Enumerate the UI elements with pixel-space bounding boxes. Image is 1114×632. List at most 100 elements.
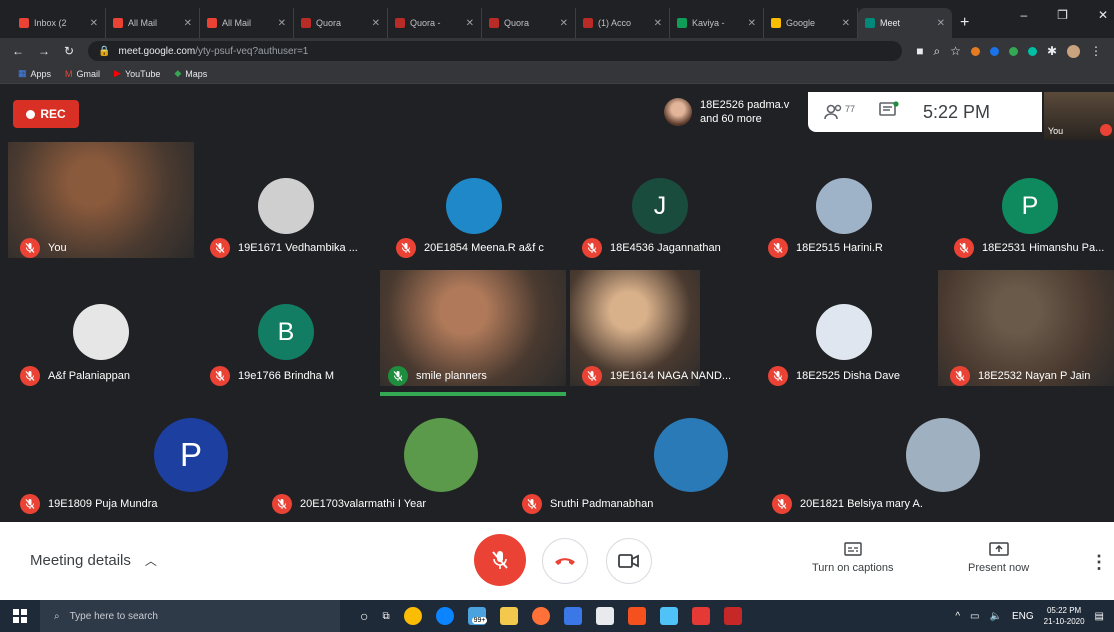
tab-favicon-icon: [395, 18, 405, 28]
notifications-icon[interactable]: ▤: [1095, 611, 1104, 622]
menu-kebab-icon[interactable]: ⋮: [1090, 44, 1102, 58]
file-explorer-icon[interactable]: [499, 607, 518, 625]
participant-tile[interactable]: 20E1854 Meena.R a&f c: [384, 142, 566, 270]
browser-tab[interactable]: Inbox (2 ✕: [12, 8, 106, 38]
mail-icon[interactable]: 99+: [467, 607, 488, 625]
app-icon[interactable]: [723, 607, 742, 625]
tab-close-icon[interactable]: ✕: [842, 18, 850, 29]
camera-indicator-icon[interactable]: ■: [916, 44, 923, 58]
profile-avatar[interactable]: [1067, 44, 1080, 58]
cortana-icon[interactable]: ○: [360, 608, 368, 624]
back-icon[interactable]: ←: [12, 44, 24, 58]
tab-close-icon[interactable]: ✕: [560, 18, 568, 29]
firefox-icon[interactable]: [531, 607, 550, 625]
muted-mic-icon: [210, 238, 230, 258]
captions-button[interactable]: Turn on captions: [812, 542, 894, 574]
app-icon[interactable]: [627, 607, 646, 625]
present-now-button[interactable]: Present now: [968, 542, 1029, 574]
participant-tile[interactable]: P 18E2531 Himanshu Pa...: [942, 142, 1114, 270]
system-tray: ^ ▭ 🔈 ENG 05:22 PM 21-10-2020 ▤: [955, 605, 1104, 627]
tab-close-icon[interactable]: ✕: [278, 18, 286, 29]
people-preview[interactable]: 18E2526 padma.v and 60 more: [664, 98, 789, 126]
new-tab-button[interactable]: +: [952, 14, 977, 38]
meeting-details-button[interactable]: Meeting details ︿: [30, 552, 157, 569]
taskbar-search[interactable]: ⌕ Type here to search: [40, 600, 340, 632]
restore-icon[interactable]: ❐: [1057, 8, 1068, 22]
task-view-icon[interactable]: ⧉: [382, 611, 389, 622]
people-button[interactable]: 77: [824, 104, 855, 120]
bookmark-maps[interactable]: ◆ Maps: [174, 68, 207, 79]
browser-tab[interactable]: (1) Acco ✕: [576, 8, 670, 38]
bookmark-star-icon[interactable]: ☆: [950, 44, 961, 58]
address-bar[interactable]: 🔒 meet.google.com/yty-psuf-veq?authuser=…: [88, 41, 903, 61]
tab-label: Quora -: [410, 18, 441, 28]
reload-icon[interactable]: ↻: [64, 44, 74, 58]
browser-tab[interactable]: Meet ✕: [858, 8, 952, 38]
participant-name-bar: smile planners: [388, 366, 487, 386]
tab-close-icon[interactable]: ✕: [654, 18, 662, 29]
participant-tile[interactable]: smile planners: [380, 270, 566, 398]
chat-button[interactable]: [879, 100, 899, 124]
participant-tile[interactable]: 18E2515 Harini.R: [756, 142, 938, 270]
bookmark-youtube[interactable]: ▶ YouTube: [114, 68, 160, 79]
browser-tab[interactable]: Google ✕: [764, 8, 858, 38]
tab-label: All Mail: [222, 18, 252, 28]
chrome-icon[interactable]: [403, 607, 422, 625]
browser-tab[interactable]: Kaviya - ✕: [670, 8, 764, 38]
minimize-icon[interactable]: –: [1020, 8, 1027, 22]
browser-tab[interactable]: All Mail ✕: [106, 8, 200, 38]
camera-toggle-button[interactable]: [606, 538, 652, 584]
mic-toggle-button[interactable]: [474, 534, 526, 586]
forward-icon[interactable]: →: [38, 44, 50, 58]
app-icon[interactable]: [691, 607, 710, 625]
app-icon[interactable]: [563, 607, 582, 625]
extension-icon[interactable]: [1027, 46, 1037, 56]
participant-tile[interactable]: 18E2525 Disha Dave: [756, 270, 938, 398]
extension-icon[interactable]: [1008, 46, 1018, 56]
tab-favicon-icon: [677, 18, 687, 28]
volume-icon[interactable]: 🔈: [990, 611, 1002, 622]
bookmark-apps[interactable]: ▦ Apps: [18, 68, 51, 79]
zoom-icon[interactable]: ⌕: [933, 44, 940, 59]
participant-tile[interactable]: 20E1821 Belsiya mary A.: [760, 398, 1114, 522]
tray-chevron-icon[interactable]: ^: [955, 611, 960, 622]
participant-tile[interactable]: 19E1614 NAGA NAND...: [570, 270, 752, 398]
browser-tab[interactable]: Quora ✕: [482, 8, 576, 38]
avatar: [404, 418, 478, 492]
participant-tile[interactable]: 19E1671 Vedhambika ...: [198, 142, 380, 270]
taskbar-clock[interactable]: 05:22 PM 21-10-2020: [1044, 605, 1085, 627]
participant-tile[interactable]: You: [8, 142, 194, 270]
start-button[interactable]: [0, 609, 40, 623]
close-window-icon[interactable]: ✕: [1098, 8, 1108, 22]
extension-icon[interactable]: [989, 46, 999, 56]
bookmark-gmail[interactable]: M Gmail: [65, 69, 100, 79]
more-options-button[interactable]: ⋮: [1090, 552, 1108, 573]
tab-close-icon[interactable]: ✕: [748, 18, 756, 29]
participant-tile[interactable]: A&f Palaniappan: [8, 270, 194, 398]
window-controls: – ❐ ✕: [1020, 8, 1108, 22]
store-icon[interactable]: [595, 607, 614, 625]
browser-tab[interactable]: Quora - ✕: [388, 8, 482, 38]
tab-close-icon[interactable]: ✕: [372, 18, 380, 29]
app-icon[interactable]: [659, 607, 678, 625]
tab-close-icon[interactable]: ✕: [466, 18, 474, 29]
participant-tile[interactable]: 20E1703valarmathi I Year: [260, 398, 510, 522]
language-indicator[interactable]: ENG: [1012, 611, 1034, 622]
extension-icon[interactable]: [970, 46, 980, 56]
participant-tile[interactable]: 18E2532 Nayan P Jain: [938, 270, 1114, 398]
self-view-thumbnail[interactable]: You: [1044, 92, 1114, 140]
tab-close-icon[interactable]: ✕: [184, 18, 192, 29]
participant-tile[interactable]: J 18E4536 Jagannathan: [570, 142, 752, 270]
extensions-puzzle-icon[interactable]: ✱: [1047, 44, 1057, 58]
tab-close-icon[interactable]: ✕: [937, 18, 945, 29]
browser-tab[interactable]: All Mail ✕: [200, 8, 294, 38]
participant-tile[interactable]: Sruthi Padmanabhan: [510, 398, 760, 522]
browser-tab[interactable]: Quora ✕: [294, 8, 388, 38]
muted-mic-icon: [20, 238, 40, 258]
participant-tile[interactable]: B 19e1766 Brindha M: [198, 270, 380, 398]
edge-icon[interactable]: [435, 607, 454, 625]
tab-favicon-icon: [771, 18, 781, 28]
tab-close-icon[interactable]: ✕: [90, 18, 98, 29]
battery-icon[interactable]: ▭: [970, 611, 979, 622]
leave-call-button[interactable]: [542, 538, 588, 584]
